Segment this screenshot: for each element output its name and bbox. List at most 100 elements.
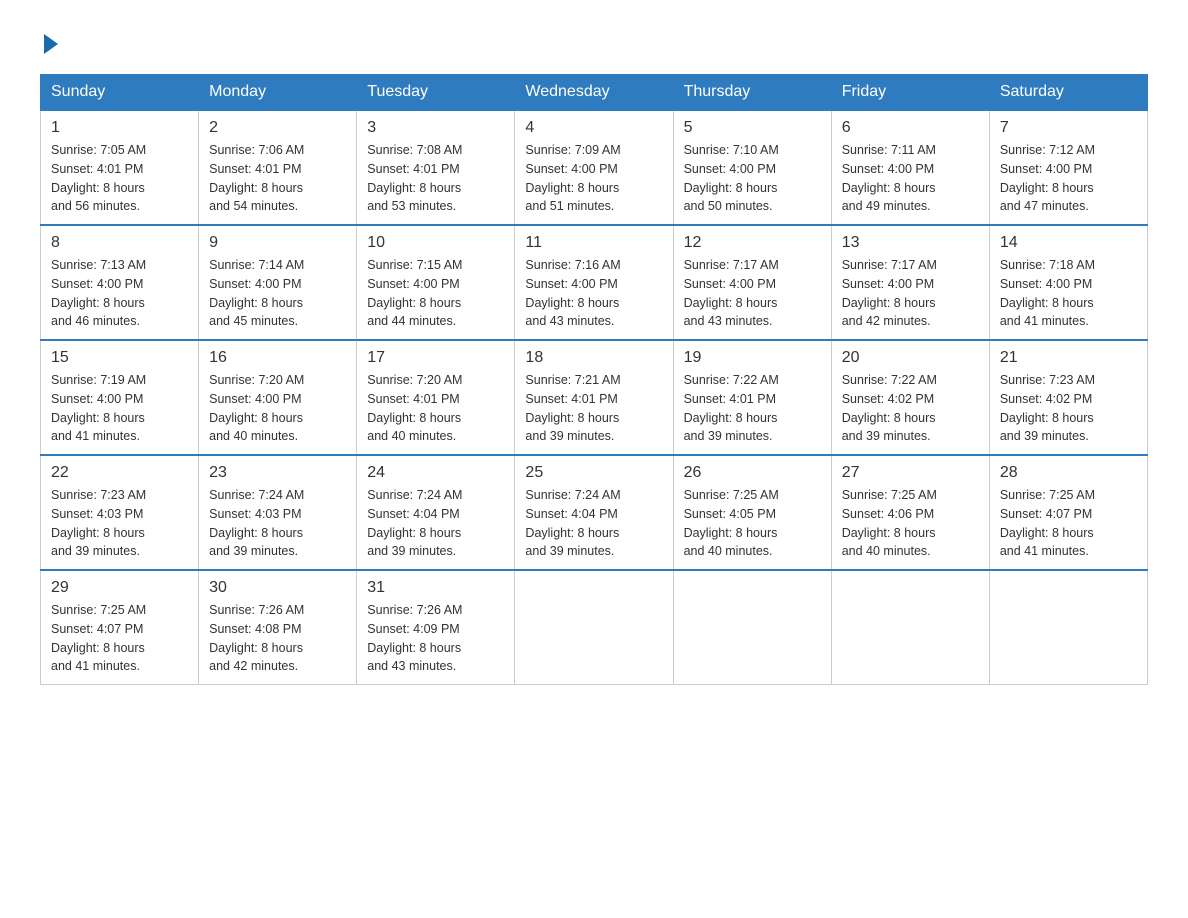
day-number: 4 (525, 119, 662, 137)
calendar-cell (673, 570, 831, 685)
calendar-week-row: 1 Sunrise: 7:05 AMSunset: 4:01 PMDayligh… (41, 110, 1148, 225)
day-info: Sunrise: 7:19 AMSunset: 4:00 PMDaylight:… (51, 371, 188, 446)
day-info: Sunrise: 7:26 AMSunset: 4:09 PMDaylight:… (367, 601, 504, 676)
day-info: Sunrise: 7:17 AMSunset: 4:00 PMDaylight:… (684, 256, 821, 331)
day-info: Sunrise: 7:20 AMSunset: 4:00 PMDaylight:… (209, 371, 346, 446)
calendar-cell: 26 Sunrise: 7:25 AMSunset: 4:05 PMDaylig… (673, 455, 831, 570)
weekday-header-saturday: Saturday (989, 75, 1147, 111)
logo-arrow-icon (44, 34, 58, 54)
calendar-cell: 5 Sunrise: 7:10 AMSunset: 4:00 PMDayligh… (673, 110, 831, 225)
day-number: 20 (842, 349, 979, 367)
day-number: 15 (51, 349, 188, 367)
day-number: 3 (367, 119, 504, 137)
day-info: Sunrise: 7:09 AMSunset: 4:00 PMDaylight:… (525, 141, 662, 216)
day-info: Sunrise: 7:13 AMSunset: 4:00 PMDaylight:… (51, 256, 188, 331)
calendar-cell: 27 Sunrise: 7:25 AMSunset: 4:06 PMDaylig… (831, 455, 989, 570)
calendar-cell: 14 Sunrise: 7:18 AMSunset: 4:00 PMDaylig… (989, 225, 1147, 340)
weekday-header-tuesday: Tuesday (357, 75, 515, 111)
day-info: Sunrise: 7:20 AMSunset: 4:01 PMDaylight:… (367, 371, 504, 446)
calendar-cell: 18 Sunrise: 7:21 AMSunset: 4:01 PMDaylig… (515, 340, 673, 455)
day-info: Sunrise: 7:21 AMSunset: 4:01 PMDaylight:… (525, 371, 662, 446)
weekday-header-sunday: Sunday (41, 75, 199, 111)
calendar-table: SundayMondayTuesdayWednesdayThursdayFrid… (40, 74, 1148, 685)
day-info: Sunrise: 7:25 AMSunset: 4:06 PMDaylight:… (842, 486, 979, 561)
day-info: Sunrise: 7:18 AMSunset: 4:00 PMDaylight:… (1000, 256, 1137, 331)
day-number: 26 (684, 464, 821, 482)
calendar-cell: 22 Sunrise: 7:23 AMSunset: 4:03 PMDaylig… (41, 455, 199, 570)
page-header (40, 30, 1148, 54)
calendar-cell: 21 Sunrise: 7:23 AMSunset: 4:02 PMDaylig… (989, 340, 1147, 455)
day-info: Sunrise: 7:24 AMSunset: 4:03 PMDaylight:… (209, 486, 346, 561)
calendar-cell (515, 570, 673, 685)
day-number: 18 (525, 349, 662, 367)
day-number: 22 (51, 464, 188, 482)
calendar-cell: 2 Sunrise: 7:06 AMSunset: 4:01 PMDayligh… (199, 110, 357, 225)
day-info: Sunrise: 7:05 AMSunset: 4:01 PMDaylight:… (51, 141, 188, 216)
day-info: Sunrise: 7:14 AMSunset: 4:00 PMDaylight:… (209, 256, 346, 331)
day-info: Sunrise: 7:17 AMSunset: 4:00 PMDaylight:… (842, 256, 979, 331)
day-info: Sunrise: 7:22 AMSunset: 4:01 PMDaylight:… (684, 371, 821, 446)
calendar-cell: 28 Sunrise: 7:25 AMSunset: 4:07 PMDaylig… (989, 455, 1147, 570)
day-number: 12 (684, 234, 821, 252)
calendar-cell: 23 Sunrise: 7:24 AMSunset: 4:03 PMDaylig… (199, 455, 357, 570)
day-number: 31 (367, 579, 504, 597)
calendar-cell: 19 Sunrise: 7:22 AMSunset: 4:01 PMDaylig… (673, 340, 831, 455)
day-info: Sunrise: 7:11 AMSunset: 4:00 PMDaylight:… (842, 141, 979, 216)
day-info: Sunrise: 7:24 AMSunset: 4:04 PMDaylight:… (367, 486, 504, 561)
day-info: Sunrise: 7:12 AMSunset: 4:00 PMDaylight:… (1000, 141, 1137, 216)
calendar-cell: 15 Sunrise: 7:19 AMSunset: 4:00 PMDaylig… (41, 340, 199, 455)
calendar-cell: 11 Sunrise: 7:16 AMSunset: 4:00 PMDaylig… (515, 225, 673, 340)
day-info: Sunrise: 7:06 AMSunset: 4:01 PMDaylight:… (209, 141, 346, 216)
day-info: Sunrise: 7:25 AMSunset: 4:05 PMDaylight:… (684, 486, 821, 561)
calendar-cell: 8 Sunrise: 7:13 AMSunset: 4:00 PMDayligh… (41, 225, 199, 340)
day-info: Sunrise: 7:15 AMSunset: 4:00 PMDaylight:… (367, 256, 504, 331)
logo (40, 30, 58, 54)
day-number: 1 (51, 119, 188, 137)
calendar-week-row: 15 Sunrise: 7:19 AMSunset: 4:00 PMDaylig… (41, 340, 1148, 455)
calendar-week-row: 29 Sunrise: 7:25 AMSunset: 4:07 PMDaylig… (41, 570, 1148, 685)
calendar-cell: 29 Sunrise: 7:25 AMSunset: 4:07 PMDaylig… (41, 570, 199, 685)
day-number: 5 (684, 119, 821, 137)
calendar-cell: 16 Sunrise: 7:20 AMSunset: 4:00 PMDaylig… (199, 340, 357, 455)
calendar-cell: 1 Sunrise: 7:05 AMSunset: 4:01 PMDayligh… (41, 110, 199, 225)
calendar-header-row: SundayMondayTuesdayWednesdayThursdayFrid… (41, 75, 1148, 111)
calendar-week-row: 8 Sunrise: 7:13 AMSunset: 4:00 PMDayligh… (41, 225, 1148, 340)
day-number: 29 (51, 579, 188, 597)
day-number: 8 (51, 234, 188, 252)
day-info: Sunrise: 7:25 AMSunset: 4:07 PMDaylight:… (51, 601, 188, 676)
day-info: Sunrise: 7:10 AMSunset: 4:00 PMDaylight:… (684, 141, 821, 216)
day-info: Sunrise: 7:16 AMSunset: 4:00 PMDaylight:… (525, 256, 662, 331)
day-info: Sunrise: 7:26 AMSunset: 4:08 PMDaylight:… (209, 601, 346, 676)
day-number: 21 (1000, 349, 1137, 367)
day-info: Sunrise: 7:25 AMSunset: 4:07 PMDaylight:… (1000, 486, 1137, 561)
calendar-cell: 7 Sunrise: 7:12 AMSunset: 4:00 PMDayligh… (989, 110, 1147, 225)
calendar-cell: 31 Sunrise: 7:26 AMSunset: 4:09 PMDaylig… (357, 570, 515, 685)
day-number: 10 (367, 234, 504, 252)
calendar-cell: 17 Sunrise: 7:20 AMSunset: 4:01 PMDaylig… (357, 340, 515, 455)
calendar-cell: 4 Sunrise: 7:09 AMSunset: 4:00 PMDayligh… (515, 110, 673, 225)
calendar-cell: 30 Sunrise: 7:26 AMSunset: 4:08 PMDaylig… (199, 570, 357, 685)
day-number: 14 (1000, 234, 1137, 252)
day-number: 13 (842, 234, 979, 252)
day-info: Sunrise: 7:24 AMSunset: 4:04 PMDaylight:… (525, 486, 662, 561)
calendar-cell: 25 Sunrise: 7:24 AMSunset: 4:04 PMDaylig… (515, 455, 673, 570)
calendar-cell: 20 Sunrise: 7:22 AMSunset: 4:02 PMDaylig… (831, 340, 989, 455)
day-info: Sunrise: 7:22 AMSunset: 4:02 PMDaylight:… (842, 371, 979, 446)
calendar-cell: 13 Sunrise: 7:17 AMSunset: 4:00 PMDaylig… (831, 225, 989, 340)
day-number: 27 (842, 464, 979, 482)
calendar-cell: 6 Sunrise: 7:11 AMSunset: 4:00 PMDayligh… (831, 110, 989, 225)
calendar-cell: 9 Sunrise: 7:14 AMSunset: 4:00 PMDayligh… (199, 225, 357, 340)
calendar-cell: 24 Sunrise: 7:24 AMSunset: 4:04 PMDaylig… (357, 455, 515, 570)
day-info: Sunrise: 7:23 AMSunset: 4:02 PMDaylight:… (1000, 371, 1137, 446)
weekday-header-wednesday: Wednesday (515, 75, 673, 111)
day-number: 19 (684, 349, 821, 367)
day-info: Sunrise: 7:08 AMSunset: 4:01 PMDaylight:… (367, 141, 504, 216)
day-info: Sunrise: 7:23 AMSunset: 4:03 PMDaylight:… (51, 486, 188, 561)
weekday-header-monday: Monday (199, 75, 357, 111)
weekday-header-thursday: Thursday (673, 75, 831, 111)
day-number: 7 (1000, 119, 1137, 137)
calendar-cell: 12 Sunrise: 7:17 AMSunset: 4:00 PMDaylig… (673, 225, 831, 340)
day-number: 30 (209, 579, 346, 597)
calendar-cell: 3 Sunrise: 7:08 AMSunset: 4:01 PMDayligh… (357, 110, 515, 225)
day-number: 16 (209, 349, 346, 367)
